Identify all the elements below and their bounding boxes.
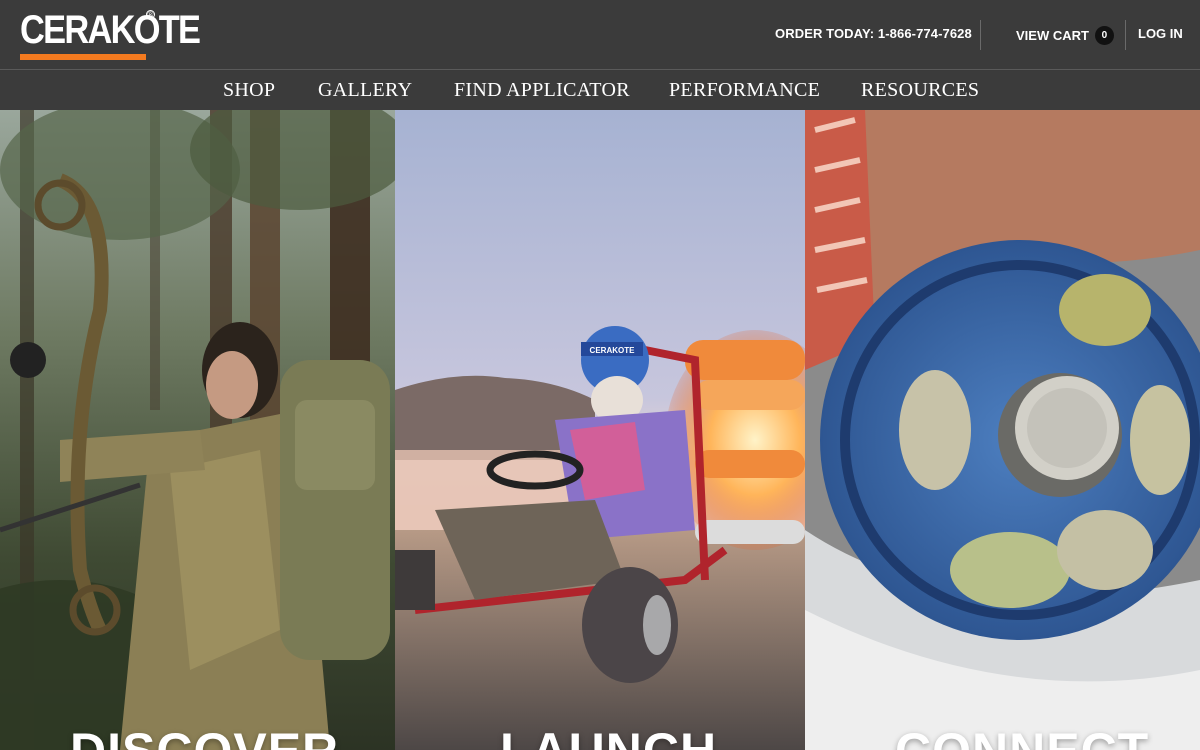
panel-title-connect: CONNECT bbox=[895, 722, 1149, 750]
header-divider bbox=[1125, 20, 1126, 50]
hero-panel-connect[interactable]: CONNECT bbox=[805, 110, 1200, 750]
order-phone-text[interactable]: ORDER TODAY: 1-866-774-7628 bbox=[775, 26, 972, 41]
panel-title-discover: DISCOVER bbox=[70, 722, 339, 750]
view-cart-label: VIEW CART bbox=[1016, 27, 1089, 43]
nav-item-find-applicator[interactable]: FIND APPLICATOR bbox=[454, 79, 630, 102]
cerakote-logo[interactable]: CERAKOTE ® bbox=[20, 8, 201, 62]
registered-mark: ® bbox=[146, 9, 155, 19]
nav-item-shop[interactable]: SHOP bbox=[223, 79, 275, 102]
login-link[interactable]: LOG IN bbox=[1138, 26, 1183, 41]
logo-wordmark: CERAKOTE bbox=[20, 8, 201, 52]
archer-hunter-image bbox=[0, 110, 395, 750]
nav-item-performance[interactable]: PERFORMANCE bbox=[669, 79, 820, 102]
nav-item-gallery[interactable]: GALLERY bbox=[318, 79, 412, 102]
go-kart-driver-image: CERAKOTE bbox=[395, 110, 805, 750]
site-header: CERAKOTE ® ORDER TODAY: 1-866-774-7628 V… bbox=[0, 0, 1200, 70]
view-cart-button[interactable]: VIEW CART 0 bbox=[1016, 24, 1114, 46]
panel-title-launch: LAUNCH bbox=[500, 722, 717, 750]
nav-item-resources[interactable]: RESOURCES bbox=[861, 79, 979, 102]
hero-panel-launch[interactable]: CERAKOTE LAUNCH bbox=[395, 110, 805, 750]
fly-fishing-reel-image bbox=[805, 110, 1200, 750]
helmet-logo-text: CERAKOTE bbox=[590, 346, 636, 355]
hero-panel-discover[interactable]: DISCOVER bbox=[0, 110, 395, 750]
main-nav: SHOP GALLERY FIND APPLICATOR PERFORMANCE… bbox=[0, 71, 1200, 110]
logo-underline-bar bbox=[20, 54, 146, 60]
cart-count-badge: 0 bbox=[1094, 25, 1114, 45]
header-divider bbox=[980, 20, 981, 50]
